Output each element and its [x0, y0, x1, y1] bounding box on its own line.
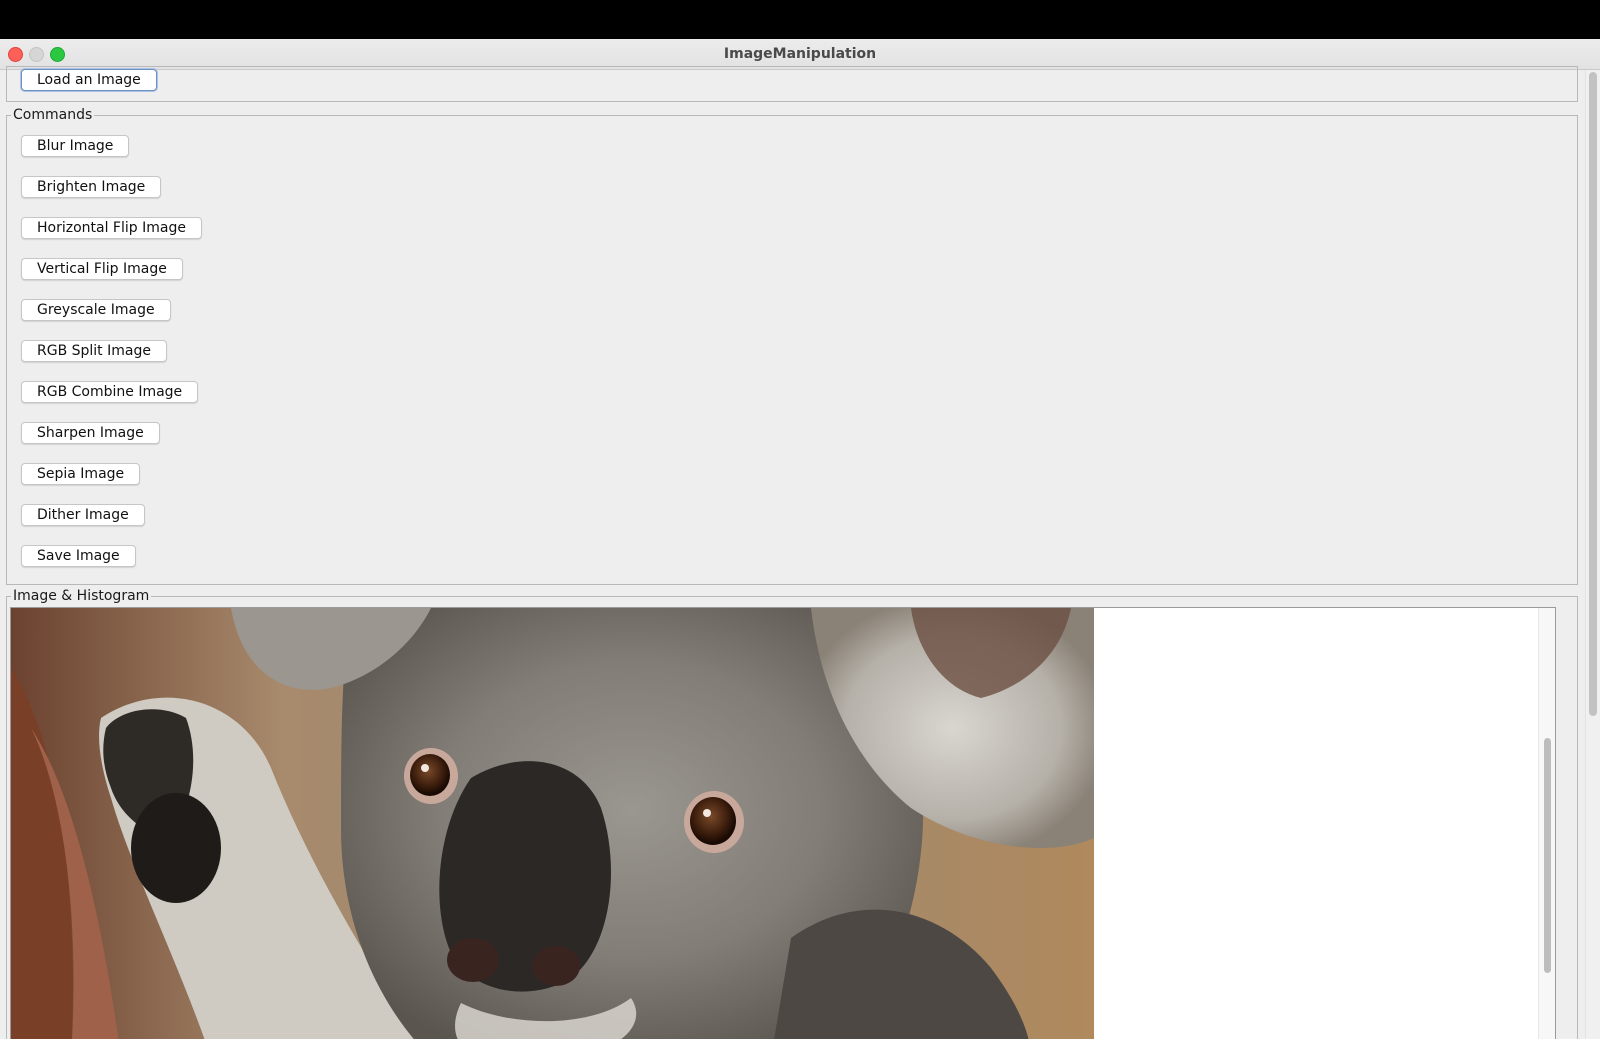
koala-image — [11, 608, 1094, 1039]
commands-legend: Commands — [11, 106, 95, 124]
blur-image-button[interactable]: Blur Image — [21, 135, 130, 157]
image-histogram-panel: Image & Histogram — [6, 587, 1578, 1039]
brighten-image-button[interactable]: Brighten Image — [21, 176, 162, 198]
load-image-button[interactable]: Load an Image — [21, 69, 157, 91]
content-area: Load an Image Commands Blur Image Bright… — [0, 66, 1586, 1039]
image-viewport[interactable] — [10, 607, 1556, 1039]
screen-top-bar — [0, 0, 1600, 39]
sepia-image-button[interactable]: Sepia Image — [21, 463, 141, 485]
image-scrollbar[interactable] — [1538, 608, 1555, 1039]
image-scrollbar-thumb[interactable] — [1544, 738, 1551, 973]
dither-image-button[interactable]: Dither Image — [21, 504, 145, 526]
rgb-combine-image-button[interactable]: RGB Combine Image — [21, 381, 199, 403]
vertical-flip-image-button[interactable]: Vertical Flip Image — [21, 258, 183, 280]
greyscale-image-button[interactable]: Greyscale Image — [21, 299, 171, 321]
rgb-split-image-button[interactable]: RGB Split Image — [21, 340, 167, 362]
load-panel: Load an Image — [6, 66, 1578, 102]
app-window: ImageManipulation Load an Image Commands… — [0, 39, 1600, 1039]
horizontal-flip-image-button[interactable]: Horizontal Flip Image — [21, 217, 202, 239]
window-scrollbar-thumb[interactable] — [1589, 72, 1597, 716]
commands-panel: Commands Blur Image Brighten Image Horiz… — [6, 106, 1578, 585]
sharpen-image-button[interactable]: Sharpen Image — [21, 422, 160, 444]
save-image-button[interactable]: Save Image — [21, 545, 136, 567]
image-histogram-legend: Image & Histogram — [11, 587, 152, 605]
window-title: ImageManipulation — [723, 46, 877, 62]
